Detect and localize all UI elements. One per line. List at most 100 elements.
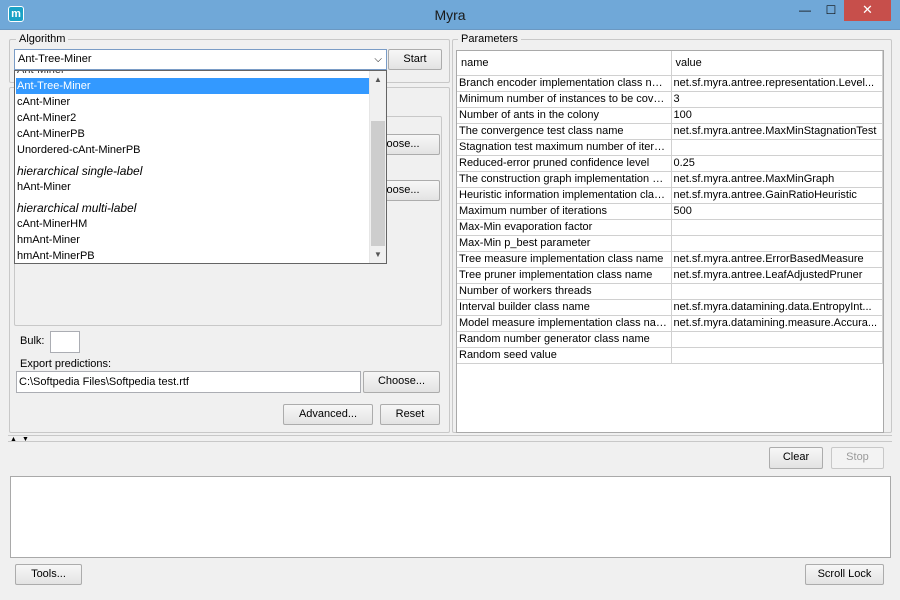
divider xyxy=(8,435,892,436)
param-name-cell: The construction graph implementation cl… xyxy=(457,170,672,188)
list-item[interactable]: hmAnt-Miner xyxy=(16,232,371,248)
param-name-cell: Number of workers threads xyxy=(457,282,672,300)
list-group-header: hierarchical multi-label xyxy=(17,201,137,215)
table-row[interactable]: Max-Min p_best parameter xyxy=(457,234,883,252)
param-value-cell[interactable]: net.sf.myra.antree.representation.Level.… xyxy=(670,74,883,92)
param-value-cell[interactable]: net.sf.myra.antree.ErrorBasedMeasure xyxy=(670,250,883,268)
stop-button[interactable]: Stop xyxy=(831,447,884,469)
bulk-input[interactable] xyxy=(50,331,80,353)
param-value-cell[interactable]: 100 xyxy=(670,106,883,124)
param-value-cell[interactable] xyxy=(670,330,883,348)
param-value-cell[interactable] xyxy=(670,346,883,364)
window-title: Myra xyxy=(434,7,466,23)
splitter[interactable]: ▲ ▼ xyxy=(8,436,892,443)
advanced-button[interactable]: Advanced... xyxy=(283,404,373,425)
title-bar[interactable]: m Myra — ☐ ✕ xyxy=(0,0,900,30)
table-row[interactable]: Reduced-error pruned confidence level 0.2… xyxy=(457,154,883,172)
list-item[interactable]: cAnt-MinerHM xyxy=(16,216,371,232)
list-item[interactable]: cAnt-Miner xyxy=(16,94,371,110)
param-value-cell[interactable]: 0.25 xyxy=(670,154,883,172)
start-button[interactable]: Start xyxy=(388,49,442,70)
table-row[interactable]: Interval builder class name net.sf.myra.d… xyxy=(457,298,883,316)
chevron-down-icon[interactable]: ▼ xyxy=(370,246,386,263)
param-value-cell[interactable]: net.sf.myra.antree.MaxMinGraph xyxy=(670,170,883,188)
export-label: Export predictions: xyxy=(20,358,112,370)
list-item[interactable]: hAnt-Miner xyxy=(16,179,371,195)
table-row[interactable]: Branch encoder implementation class name… xyxy=(457,74,883,92)
param-name-cell: Reduced-error pruned confidence level xyxy=(457,154,672,172)
bulk-label: Bulk: xyxy=(20,335,45,347)
clear-button[interactable]: Clear xyxy=(769,447,823,469)
param-name-cell: Minimum number of instances to be cover.… xyxy=(457,90,672,108)
table-row[interactable]: Stagnation test maximum number of itera.… xyxy=(457,138,883,156)
param-name-cell: Branch encoder implementation class name xyxy=(457,74,672,92)
param-name-cell: Stagnation test maximum number of itera.… xyxy=(457,138,672,156)
table-row[interactable]: Tree measure implementation class name ne… xyxy=(457,250,883,268)
param-value-cell[interactable] xyxy=(670,218,883,236)
console-output[interactable] xyxy=(10,476,891,558)
param-value-cell[interactable]: net.sf.myra.antree.GainRatioHeuristic xyxy=(670,186,883,204)
param-value-cell[interactable]: 500 xyxy=(670,202,883,220)
table-row[interactable]: Tree pruner implementation class name net… xyxy=(457,266,883,284)
param-name-cell: Random number generator class name xyxy=(457,330,672,348)
param-name-cell: Interval builder class name xyxy=(457,298,672,316)
table-row[interactable]: Random number generator class name xyxy=(457,330,883,348)
table-row[interactable]: Max-Min evaporation factor xyxy=(457,218,883,236)
param-value-cell[interactable]: net.sf.myra.antree.LeafAdjustedPruner xyxy=(670,266,883,284)
reset-button[interactable]: Reset xyxy=(380,404,440,425)
close-button[interactable]: ✕ xyxy=(844,0,891,21)
param-name-cell: The convergence test class name xyxy=(457,122,672,140)
param-value-cell[interactable] xyxy=(670,234,883,252)
list-item[interactable]: cAnt-MinerPB xyxy=(16,126,371,142)
export-path-input[interactable]: C:\Softpedia Files\Softpedia test.rtf xyxy=(16,371,361,393)
table-row[interactable]: Random seed value xyxy=(457,346,883,364)
param-name-cell: Random seed value xyxy=(457,346,672,364)
chevron-down-icon: ⌵ xyxy=(374,54,382,65)
param-name-cell: Number of ants in the colony xyxy=(457,106,672,124)
algorithm-dropdown-list[interactable]: Ant-Miner Ant-Tree-Miner cAnt-Miner cAnt-M… xyxy=(14,70,387,264)
param-value-cell[interactable] xyxy=(670,282,883,300)
parameters-group-label: Parameters xyxy=(458,33,521,45)
param-name-cell: Tree measure implementation class name xyxy=(457,250,672,268)
algorithm-select-value: Ant-Tree-Miner xyxy=(18,53,92,65)
param-name-cell: Max-Min evaporation factor xyxy=(457,218,672,236)
algorithm-select[interactable]: Ant-Tree-Miner ⌵ xyxy=(14,49,387,70)
scrollbar-thumb[interactable] xyxy=(371,121,385,246)
table-row[interactable]: Number of workers threads xyxy=(457,282,883,300)
param-name-cell: Tree pruner implementation class name xyxy=(457,266,672,284)
table-row[interactable]: Maximum number of iterations 500 xyxy=(457,202,883,220)
export-choose-button[interactable]: Choose... xyxy=(363,371,440,393)
table-row[interactable]: Model measure implementation class name n… xyxy=(457,314,883,332)
table-row[interactable]: Minimum number of instances to be cover.… xyxy=(457,90,883,108)
list-item[interactable]: Ant-Tree-Miner xyxy=(16,78,371,94)
table-row[interactable]: Number of ants in the colony 100 xyxy=(457,106,883,124)
param-value-cell[interactable]: net.sf.myra.datamining.data.EntropyInt..… xyxy=(670,298,883,316)
minimize-button[interactable]: — xyxy=(792,0,818,21)
param-name-cell: Heuristic information implementation cla… xyxy=(457,186,672,204)
list-item[interactable]: Unordered-cAnt-MinerPB xyxy=(16,142,371,158)
chevron-up-icon[interactable]: ▲ xyxy=(370,71,386,88)
param-value-cell[interactable]: net.sf.myra.antree.MaxMinStagnationTest xyxy=(670,122,883,140)
table-row[interactable]: Heuristic information implementation cla… xyxy=(457,186,883,204)
tools-button[interactable]: Tools... xyxy=(15,564,82,585)
table-row[interactable]: The convergence test class name net.sf.my… xyxy=(457,122,883,140)
column-header-name[interactable]: name xyxy=(457,51,672,76)
param-name-cell: Model measure implementation class name xyxy=(457,314,672,332)
param-name-cell: Max-Min p_best parameter xyxy=(457,234,672,252)
parameters-table[interactable]: name value Branch encoder implementation… xyxy=(456,50,884,433)
list-group-header: hierarchical single-label xyxy=(17,164,143,178)
param-name-cell: Maximum number of iterations xyxy=(457,202,672,220)
list-item[interactable]: hmAnt-MinerPB xyxy=(16,248,371,263)
param-value-cell[interactable] xyxy=(670,138,883,156)
list-item[interactable]: Ant-Miner xyxy=(16,71,371,78)
table-row[interactable]: The construction graph implementation cl… xyxy=(457,170,883,188)
algorithm-group-label: Algorithm xyxy=(16,33,69,45)
dropdown-scrollbar[interactable]: ▲ ▼ xyxy=(369,71,386,263)
divider xyxy=(8,441,892,442)
column-header-value[interactable]: value xyxy=(670,51,883,76)
param-value-cell[interactable]: net.sf.myra.datamining.measure.Accura... xyxy=(670,314,883,332)
list-item[interactable]: cAnt-Miner2 xyxy=(16,110,371,126)
scroll-lock-button[interactable]: Scroll Lock xyxy=(805,564,884,585)
maximize-button[interactable]: ☐ xyxy=(818,0,844,21)
param-value-cell[interactable]: 3 xyxy=(670,90,883,108)
